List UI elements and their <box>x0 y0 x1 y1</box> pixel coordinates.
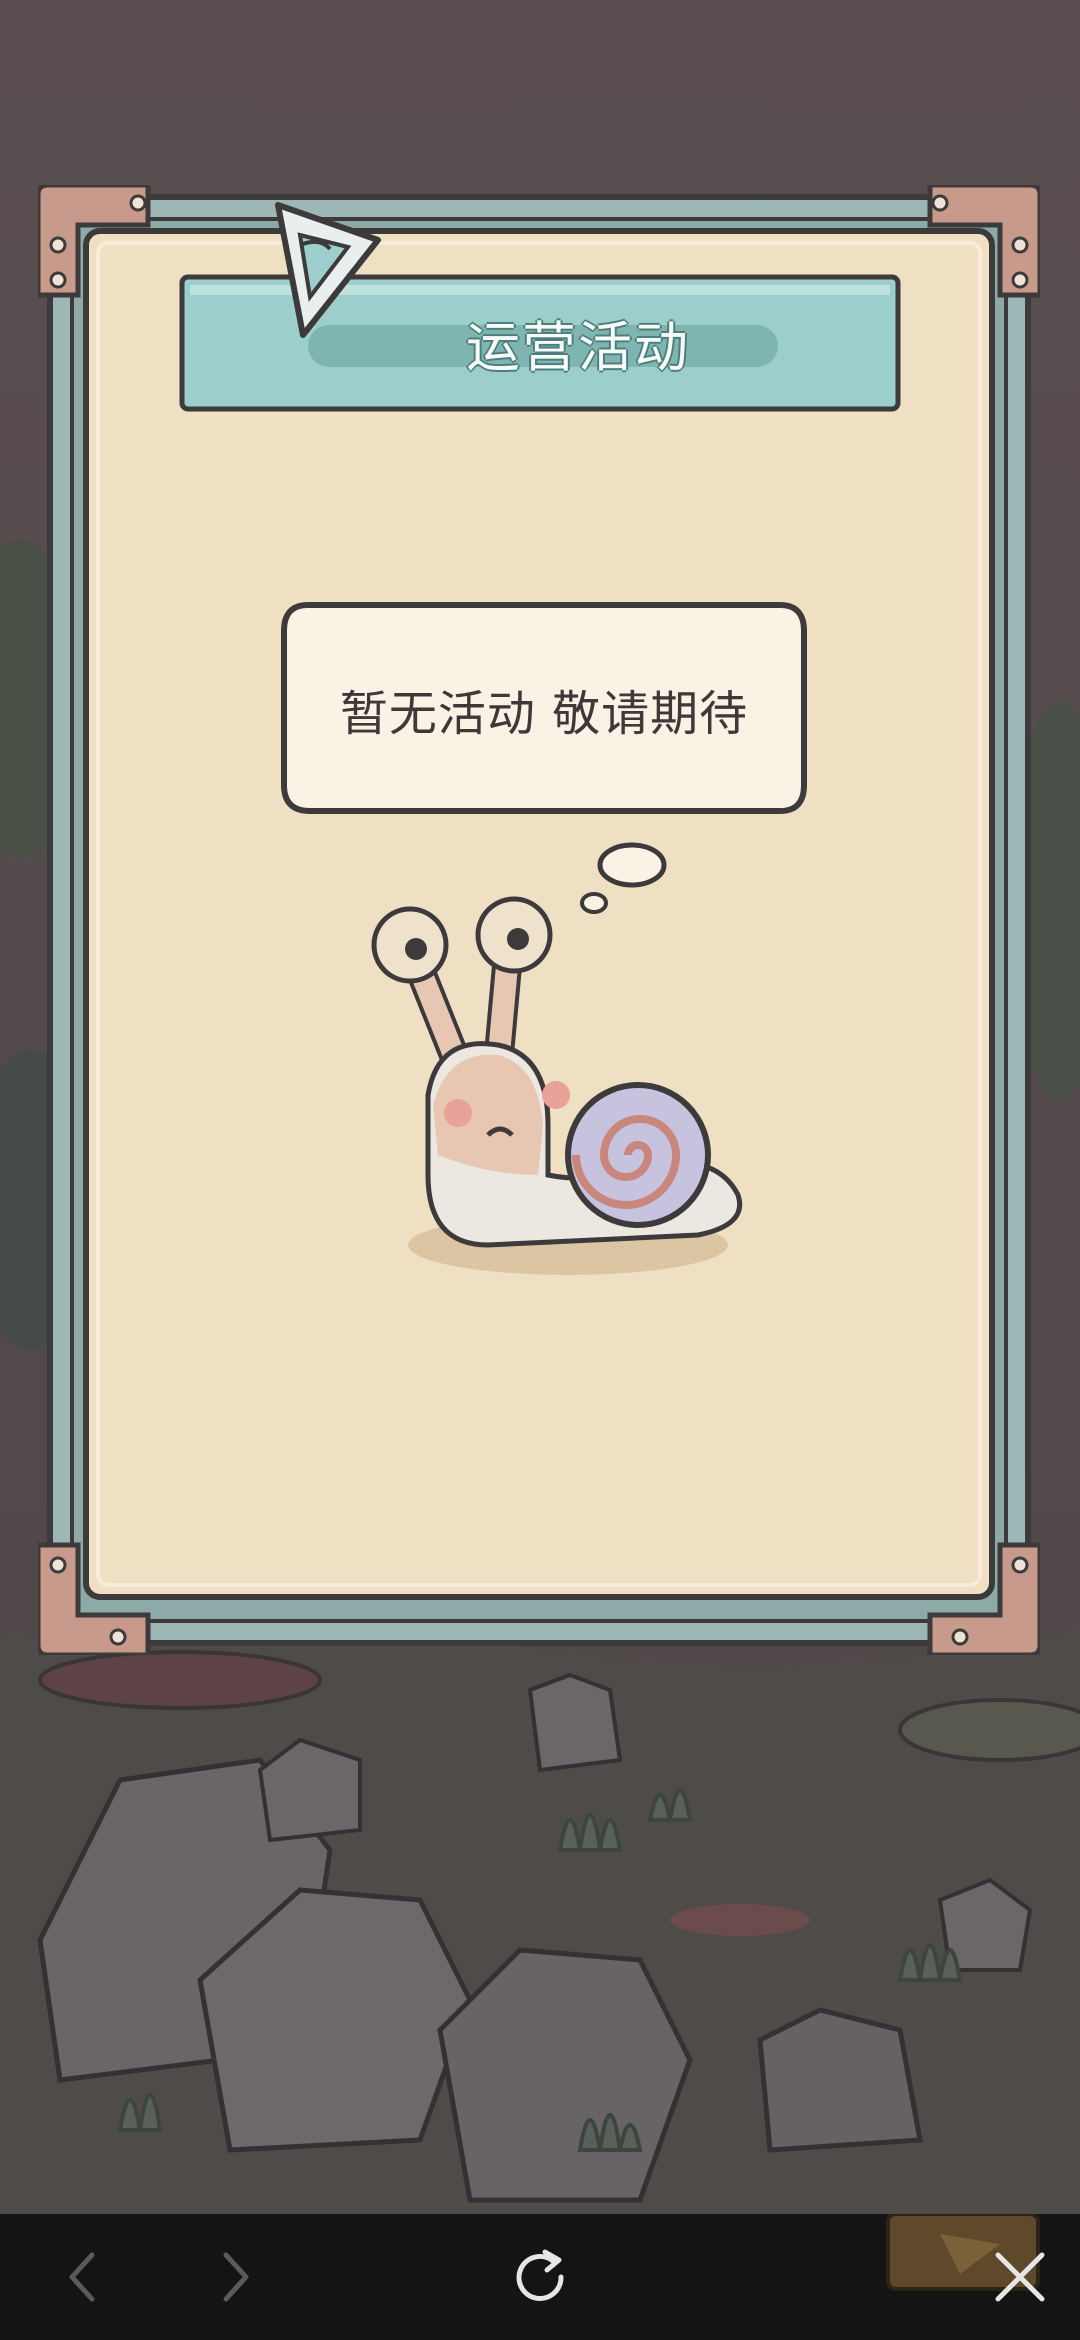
refresh-button[interactable] <box>480 2214 600 2340</box>
chevron-left-icon <box>69 2252 95 2302</box>
dialog-header: 运营活动 <box>218 275 938 409</box>
activity-dialog: 运营活动 暂无活动 敬请期待 <box>38 185 1040 1655</box>
forward-button[interactable] <box>176 2214 296 2340</box>
empty-state-message: 暂无活动 敬请期待 <box>339 686 749 742</box>
dialog-title: 运营活动 <box>466 315 690 379</box>
back-button[interactable] <box>22 2214 142 2340</box>
chevron-right-icon <box>223 2252 249 2302</box>
snail-character <box>371 896 742 1275</box>
close-icon <box>995 2252 1045 2302</box>
refresh-icon <box>516 2249 564 2301</box>
speech-bubble: 暂无活动 敬请期待 <box>284 605 804 813</box>
close-button[interactable] <box>970 2214 1070 2340</box>
